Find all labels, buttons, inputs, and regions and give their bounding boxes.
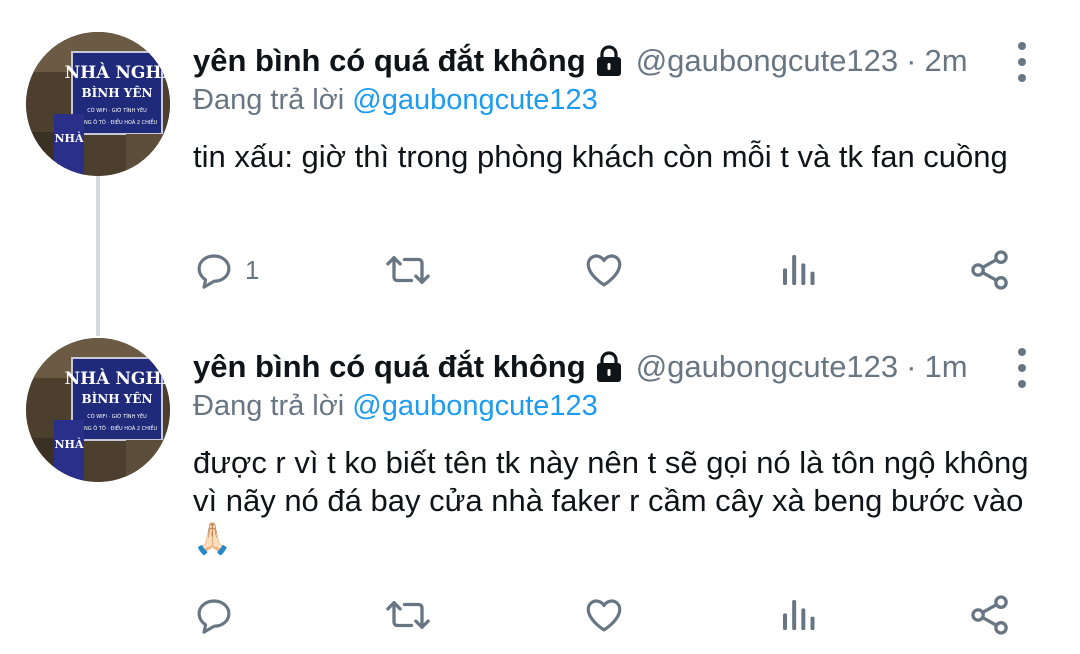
replying-to: Đang trả lời @gaubongcute123 — [193, 84, 598, 117]
separator-dot: · — [906, 349, 917, 384]
retweet-button[interactable] — [385, 245, 431, 295]
timestamp[interactable]: 2m — [925, 43, 968, 79]
svg-text:NHÀ: NHÀ — [55, 437, 84, 451]
share-button[interactable] — [968, 245, 1012, 295]
retweet-icon — [386, 256, 430, 284]
svg-text:ĐẠNG Ô TÔ · ĐIỀU HOÀ 2 CHIỀU: ĐẠNG Ô TÔ · ĐIỀU HOÀ 2 CHIỀU — [77, 118, 158, 126]
timestamp[interactable]: 1m — [925, 349, 968, 385]
author-name[interactable]: yên bình có quá đắt không — [193, 349, 586, 385]
retweet-icon — [386, 601, 430, 629]
more-vertical-icon[interactable] — [1006, 42, 1038, 82]
reply-count: 1 — [245, 254, 260, 285]
svg-text:BÌNH YÊN: BÌNH YÊN — [82, 391, 153, 406]
views-button[interactable] — [778, 245, 818, 295]
separator-dot: · — [906, 43, 917, 78]
svg-text:NHÀ NGHỈ: NHÀ NGHỈ — [65, 60, 170, 83]
tweet[interactable]: NHÀ NGHỈ BÌNH YÊN CÓ WIFI · GIỜ TÌNH YÊU… — [0, 0, 1080, 320]
tweet-text: được r vì t ko biết tên tk này nên t sẽ … — [193, 445, 1029, 556]
svg-text:ĐẠNG Ô TÔ · ĐIỀU HOÀ 2 CHIỀU: ĐẠNG Ô TÔ · ĐIỀU HOÀ 2 CHIỀU — [77, 424, 158, 432]
share-button[interactable] — [968, 590, 1012, 640]
reply-button[interactable]: 1 — [193, 245, 259, 295]
svg-text:CÓ WIFI · GIỜ TÌNH YÊU: CÓ WIFI · GIỜ TÌNH YÊU — [87, 106, 147, 114]
share-icon — [971, 250, 1008, 290]
reply-icon — [197, 254, 231, 289]
heart-icon — [586, 254, 622, 287]
share-icon — [971, 595, 1008, 635]
reply-button[interactable] — [193, 590, 245, 640]
heart-icon — [586, 599, 622, 632]
reply-icon — [197, 599, 231, 634]
retweet-button[interactable] — [385, 590, 431, 640]
tweet-actions: 1 — [0, 245, 1080, 295]
like-button[interactable] — [582, 245, 626, 295]
views-icon — [783, 255, 815, 285]
svg-text:NHÀ NGHỈ: NHÀ NGHỈ — [65, 366, 170, 389]
tweet-text: tin xấu: giờ thì trong phòng khách còn m… — [193, 139, 1008, 174]
svg-text:CÓ WIFI · GIỜ TÌNH YÊU: CÓ WIFI · GIỜ TÌNH YÊU — [87, 412, 147, 420]
views-icon — [783, 600, 815, 630]
more-vertical-icon[interactable] — [1006, 348, 1038, 388]
lock-icon — [594, 351, 624, 383]
lock-icon — [594, 45, 624, 77]
author-handle[interactable]: @gaubongcute123 — [636, 349, 898, 385]
svg-text:NHÀ: NHÀ — [55, 131, 84, 145]
tweet-header: yên bình có quá đắt không @gaubongcute12… — [193, 36, 968, 86]
like-button[interactable] — [582, 590, 626, 640]
svg-text:BÌNH YÊN: BÌNH YÊN — [82, 85, 153, 100]
tweet[interactable]: NHÀ NGHỈ BÌNH YÊN CÓ WIFI · GIỜ TÌNH YÊU… — [0, 320, 1080, 654]
views-button[interactable] — [778, 590, 818, 640]
replying-to: Đang trả lời @gaubongcute123 — [193, 390, 598, 423]
replying-prefix: Đang trả lời — [193, 390, 345, 422]
author-name[interactable]: yên bình có quá đắt không — [193, 43, 586, 79]
replying-prefix: Đang trả lời — [193, 84, 345, 116]
avatar[interactable]: NHÀ NGHỈ BÌNH YÊN CÓ WIFI · GIỜ TÌNH YÊU… — [26, 32, 170, 176]
tweet-actions — [0, 590, 1080, 640]
tweet-header: yên bình có quá đắt không @gaubongcute12… — [193, 342, 968, 392]
avatar[interactable]: NHÀ NGHỈ BÌNH YÊN CÓ WIFI · GIỜ TÌNH YÊU… — [26, 338, 170, 482]
author-handle[interactable]: @gaubongcute123 — [636, 43, 898, 79]
replying-handle[interactable]: @gaubongcute123 — [352, 390, 598, 422]
replying-handle[interactable]: @gaubongcute123 — [352, 84, 598, 116]
